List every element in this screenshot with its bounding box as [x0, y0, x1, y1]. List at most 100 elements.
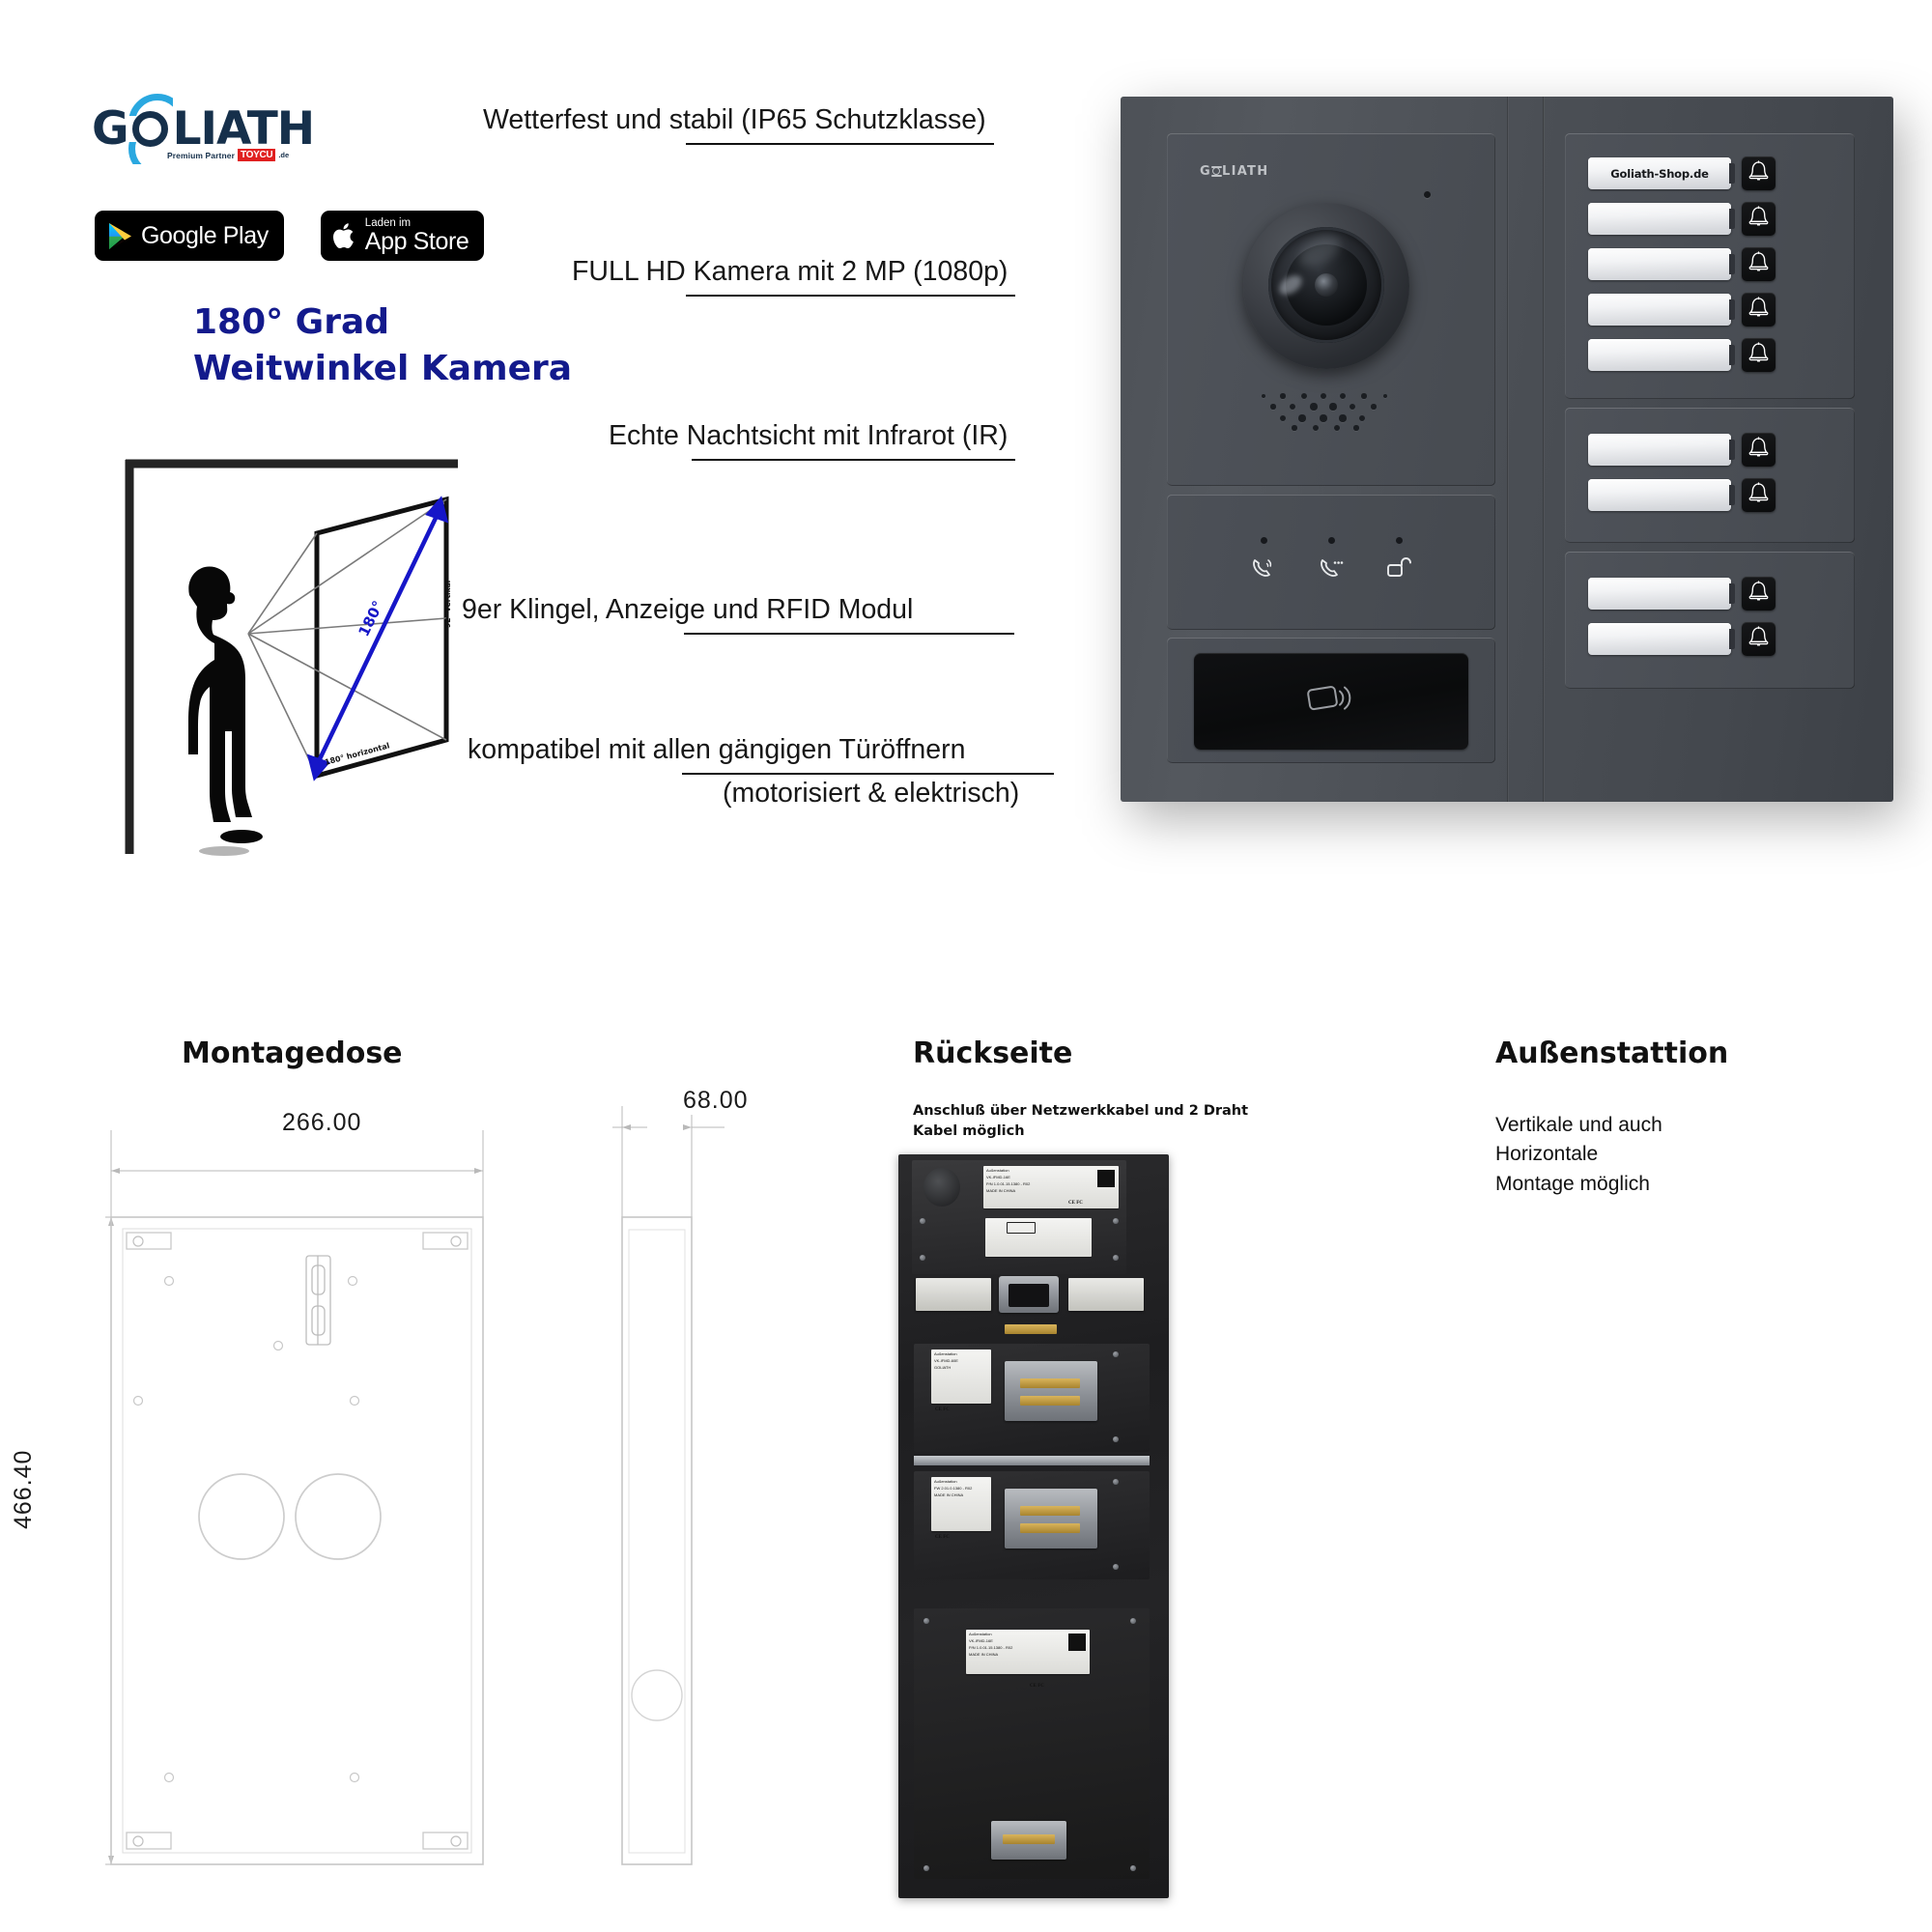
app-store-button[interactable]: Laden im App Store	[320, 211, 485, 261]
product-housing: G LIATH Goliath-Shop.de	[1121, 97, 1893, 802]
ce-mark-mod2: CE FC	[935, 1535, 950, 1540]
google-play-icon	[107, 222, 132, 250]
bell-button[interactable]	[1742, 202, 1776, 236]
nameplate[interactable]	[1588, 623, 1735, 655]
call-led	[1261, 537, 1267, 544]
rfid-reader-pad[interactable]	[1194, 653, 1468, 750]
dimension-height: 466.40	[10, 1442, 38, 1536]
bell-button[interactable]	[1742, 622, 1776, 656]
nameplate-text: Goliath-Shop.de	[1610, 166, 1709, 181]
field-of-view-diagram: 180° 180° horizontal 92° vertikal	[118, 454, 466, 860]
leader-line	[686, 142, 994, 145]
terminal-block-left[interactable]	[916, 1278, 991, 1311]
logo-wordmark: G LIATH	[92, 94, 382, 164]
wide-angle-headline: 180° Grad Weitwinkel Kamera	[193, 299, 572, 392]
bell-row	[1588, 247, 1776, 281]
speaker-hole	[1334, 425, 1340, 431]
speaker-hole	[1320, 414, 1327, 422]
module-label-2: Außenstation FW 2.01.0.1380 - R02 MADE I…	[931, 1477, 991, 1531]
mounting-rail	[914, 1456, 1150, 1465]
nameplate[interactable]	[1588, 294, 1735, 326]
leader-line	[684, 632, 1015, 635]
network-icon	[1007, 1222, 1036, 1234]
speaker-hole	[1359, 415, 1365, 421]
bell-panel-bottom	[1565, 552, 1855, 689]
mod2-origin: MADE IN CHINA	[934, 1492, 964, 1497]
qr-code-rfid	[1068, 1634, 1086, 1651]
nameplate[interactable]	[1588, 203, 1735, 235]
feature-callout-weatherproof: Wetterfest und stabil (IP65 Schutzklasse…	[483, 104, 994, 145]
bell-button[interactable]	[1742, 577, 1776, 611]
ce-mark-rfid: CE FC	[1030, 1684, 1044, 1689]
bell-icon	[1748, 626, 1769, 652]
feature-callout-door-opener: kompatibel mit allen gängigen Türöffnern	[468, 734, 1055, 775]
bell-button[interactable]	[1742, 478, 1776, 512]
speaker-hole	[1349, 403, 1356, 411]
toycu-badge: TOYCU	[238, 149, 276, 161]
google-play-button[interactable]: Google Play	[95, 211, 284, 261]
door-open-button[interactable]	[1378, 537, 1420, 589]
panel-seam	[1543, 97, 1545, 802]
mod1-title: Außenstation	[934, 1351, 957, 1356]
bell-button[interactable]	[1742, 293, 1776, 327]
bell-icon	[1748, 206, 1769, 232]
speaker-hole	[1301, 393, 1307, 399]
speaker-hole	[1329, 403, 1337, 411]
bell-icon	[1748, 251, 1769, 277]
app-store-badges: Google Play Laden im App Store	[95, 211, 485, 261]
nameplate[interactable]	[1588, 248, 1735, 280]
montagedose-side-drawing	[599, 1087, 792, 1893]
lens-core	[1315, 273, 1338, 297]
call-button[interactable]	[1242, 537, 1285, 589]
bell-icon	[1748, 581, 1769, 607]
speaker-hole	[1298, 414, 1306, 422]
mod1-model: VK-IFMD-60E	[934, 1358, 958, 1363]
bell-icon	[1748, 342, 1769, 368]
bell-row	[1588, 338, 1776, 372]
status-button-module	[1167, 495, 1495, 630]
speaker-hole	[1292, 425, 1297, 431]
bell-button[interactable]	[1742, 247, 1776, 281]
bell-row	[1588, 202, 1776, 236]
leader-line	[692, 458, 1016, 461]
gold-connector-1	[1005, 1324, 1057, 1334]
bell-button[interactable]	[1742, 156, 1776, 190]
phone-dots-icon	[1321, 559, 1344, 577]
nameplate[interactable]	[1588, 339, 1735, 371]
premium-partner-label: Premium Partner	[167, 150, 235, 160]
nameplate[interactable]: Goliath-Shop.de	[1588, 157, 1735, 189]
fov-vertical-label: 92° vertikal	[443, 581, 452, 628]
panel-seam	[1507, 97, 1509, 802]
bell-button[interactable]	[1742, 338, 1776, 372]
wiring-diagram-label	[985, 1218, 1092, 1257]
speaker-hole	[1340, 393, 1346, 399]
leader-line	[682, 772, 1055, 775]
bell-row	[1588, 433, 1776, 467]
feature-callout-door-opener-sub: (motorisiert & elektrisch)	[723, 778, 1020, 809]
speaker-hole	[1361, 393, 1367, 399]
lens-ring	[1268, 227, 1384, 343]
bell-row	[1588, 293, 1776, 327]
aussen-note-line2: Horizontale	[1495, 1143, 1599, 1166]
nameplate[interactable]	[1588, 479, 1735, 511]
rfid-card-icon	[1305, 679, 1357, 723]
nameplate[interactable]	[1588, 434, 1735, 466]
intercom-button[interactable]	[1310, 537, 1352, 589]
bell-icon	[1748, 437, 1769, 463]
terminal-block-right[interactable]	[1068, 1278, 1144, 1311]
mod2-title: Außenstation	[934, 1479, 957, 1484]
qr-code-top	[1097, 1170, 1115, 1187]
rueckseite-note-line2: Kabel möglich	[913, 1123, 1025, 1140]
nameplate[interactable]	[1588, 578, 1735, 610]
bell-icon	[1748, 160, 1769, 186]
partner-tld: .de	[278, 151, 290, 159]
product-photo-outdoor-station: G LIATH Goliath-Shop.de	[1121, 97, 1913, 826]
logo-letters-liath: LIATH	[172, 102, 316, 156]
bell-icon	[1748, 297, 1769, 323]
bell-button[interactable]	[1742, 433, 1776, 467]
feature-callout-nightvision: Echte Nachtsicht mit Infrarot (IR)	[609, 420, 1016, 461]
bell-row	[1588, 622, 1776, 656]
goliath-logo: G LIATH Premium Partner TOYCU .de	[92, 94, 382, 164]
module-label-1: Außenstation VK-IFMD-60E GOLIATH	[931, 1350, 991, 1404]
headline-line-2: Weitwinkel Kamera	[193, 348, 573, 388]
